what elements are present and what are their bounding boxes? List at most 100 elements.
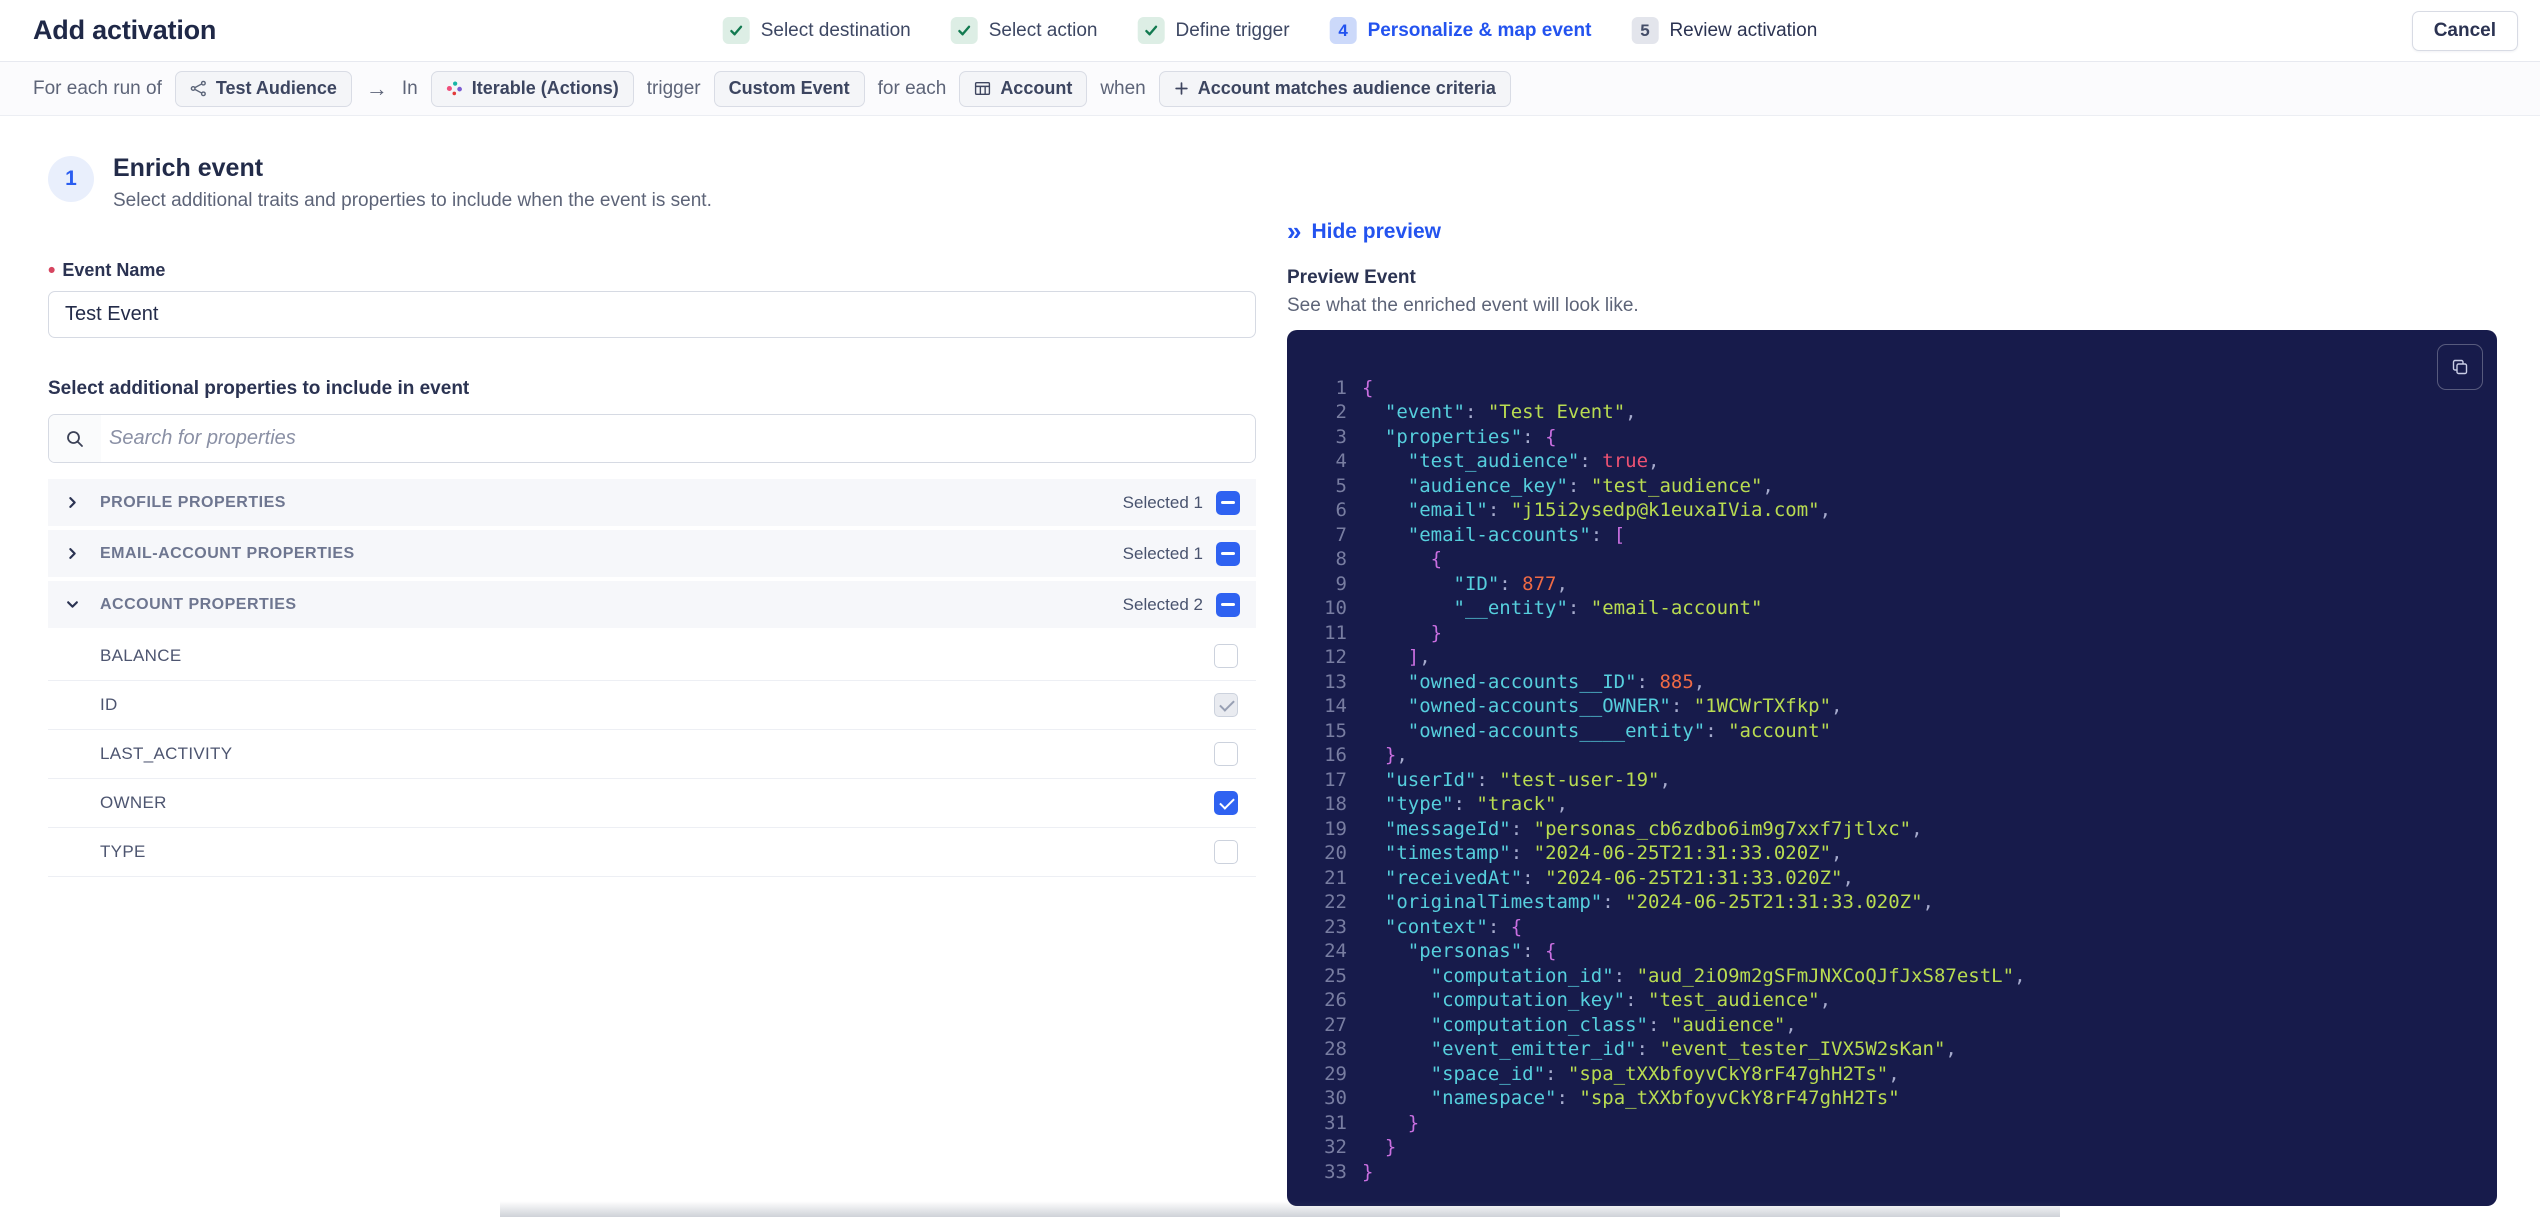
line-number: 26 (1324, 989, 1347, 1011)
property-checkbox-last-activity[interactable] (1214, 742, 1238, 766)
trigger-sentence-bar: For each run of Test Audience → In Iterable … (0, 62, 2540, 116)
sentence-text: for each (877, 77, 947, 99)
step-label: Review activation (1669, 19, 1818, 41)
group-checkbox-email-account-properties[interactable] (1216, 541, 1240, 566)
line-number: 27 (1324, 1013, 1347, 1036)
code-line: 24 "personas": { (1305, 939, 2477, 964)
main-content: 1 Enrich event Select additional traits … (0, 116, 2540, 1206)
step-label: Select action (988, 19, 1098, 41)
arrow-right-icon: → (365, 75, 388, 101)
cancel-button[interactable]: Cancel (2411, 10, 2518, 51)
code-line: 32 } (1305, 1135, 2477, 1160)
preview-subtitle: See what the enriched event will look li… (1287, 294, 1639, 316)
step-check-icon (722, 17, 750, 44)
code-line: 19 "messageId": "personas_cb6zdbo6im9g7x… (1305, 817, 2477, 842)
line-number: 14 (1324, 695, 1347, 717)
code-line: 20 "timestamp": "2024-06-25T21:31:33.020… (1305, 841, 2477, 866)
sentence-text: In (401, 77, 418, 99)
chip-label: Iterable (Actions) (471, 78, 619, 98)
line-number: 10 (1324, 597, 1347, 619)
chevron-right-icon (66, 547, 94, 560)
line-number: 32 (1324, 1136, 1347, 1158)
line-number: 2 (1335, 401, 1347, 423)
chip-custom-event[interactable]: Custom Event (713, 70, 865, 107)
line-number: 7 (1335, 523, 1347, 546)
chip-label: Custom Event (728, 78, 850, 98)
step-select-action[interactable]: Select action (950, 17, 1098, 44)
code-line: 17 "userId": "test-user-19", (1305, 768, 2477, 793)
copy-button[interactable] (2437, 343, 2483, 390)
selected-count: Selected 1 (1122, 492, 1203, 512)
line-number: 30 (1324, 1087, 1347, 1109)
event-name-input[interactable] (48, 291, 1256, 338)
chip-account[interactable]: Account (959, 70, 1088, 107)
line-number: 28 (1324, 1038, 1347, 1060)
line-number: 24 (1324, 940, 1347, 962)
property-checkbox-owner[interactable] (1214, 791, 1238, 815)
code-line: 7 "email-accounts": [ (1305, 523, 2477, 548)
search-input[interactable] (101, 415, 1255, 462)
group-checkbox-profile-properties[interactable] (1216, 490, 1240, 515)
code-line: 26 "computation_key": "test_audience", (1305, 988, 2477, 1013)
code-line: 29 "space_id": "spa_tXXbfoyvCkY8rF47ghH2… (1305, 1062, 2477, 1087)
property-checkbox-type[interactable] (1214, 840, 1238, 864)
line-number: 1 (1335, 376, 1347, 399)
group-checkbox-account-properties[interactable] (1216, 592, 1240, 617)
enrich-subtitle: Select additional traits and properties … (113, 190, 712, 211)
code-line: 13 "owned-accounts__ID": 885, (1305, 670, 2477, 695)
step-define-trigger[interactable]: Define trigger (1137, 17, 1290, 44)
code-line: 25 "computation_id": "aud_2iO9m2gSFmJNXC… (1305, 964, 2477, 989)
line-number: 23 (1324, 915, 1347, 938)
code-line: 6 "email": "j15i2ysedp@k1euxaIVia.com", (1305, 498, 2477, 523)
enrich-step-header: 1 Enrich event Select additional traits … (48, 154, 1256, 212)
audience-icon (190, 80, 207, 97)
property-checkbox-balance[interactable] (1214, 644, 1238, 668)
sentence-text: when (1100, 77, 1146, 99)
code-line: 22 "originalTimestamp": "2024-06-25T21:3… (1305, 890, 2477, 915)
step-review-activation[interactable]: 5 Review activation (1631, 17, 1817, 44)
property-row-type: TYPE (48, 828, 1256, 877)
chip-label: Account (1000, 78, 1073, 98)
line-number: 17 (1324, 768, 1347, 791)
code-line: 33} (1305, 1160, 2477, 1185)
table-icon (974, 80, 991, 97)
event-name-label: • Event Name (48, 259, 166, 282)
code-line: 9 "ID": 877, (1305, 572, 2477, 597)
step-personalize-map-event[interactable]: 4 Personalize & map event (1329, 17, 1592, 44)
step-label: Personalize & map event (1367, 19, 1592, 41)
group-header-profile-properties[interactable]: PROFILE PROPERTIES Selected 1 (48, 479, 1256, 526)
chip-test-audience[interactable]: Test Audience (174, 70, 352, 107)
line-number: 29 (1324, 1062, 1347, 1085)
property-checkbox-id[interactable] (1214, 693, 1238, 717)
property-search-box[interactable] (48, 414, 1256, 463)
group-label: EMAIL-ACCOUNT PROPERTIES (100, 544, 355, 562)
code-line: 11 } (1305, 621, 2477, 646)
enrich-event-section: 1 Enrich event Select additional traits … (48, 154, 1256, 1206)
line-number: 6 (1335, 499, 1347, 521)
code-line: 27 "computation_class": "audience", (1305, 1013, 2477, 1038)
required-marker: • (48, 259, 56, 282)
hide-preview-button[interactable]: » Hide preview (1287, 218, 1441, 244)
code-line: 31 } (1305, 1111, 2477, 1136)
chevron-down-icon (66, 598, 94, 611)
line-number: 11 (1324, 621, 1347, 644)
code-line: 30 "namespace": "spa_tXXbfoyvCkY8rF47ghH… (1305, 1086, 2477, 1111)
selected-count: Selected 1 (1122, 543, 1203, 563)
line-number: 25 (1324, 964, 1347, 987)
sentence-text: For each run of (33, 77, 162, 99)
chip-account-matches-audience-criteria[interactable]: Account matches audience criteria (1158, 70, 1511, 107)
line-number: 13 (1324, 670, 1347, 693)
code-line: 15 "owned-accounts____entity": "account" (1305, 719, 2477, 744)
group-header-account-properties[interactable]: ACCOUNT PROPERTIES Selected 2 (48, 581, 1256, 628)
chip-iterable-actions[interactable]: Iterable (Actions) (430, 70, 634, 107)
group-header-email-account-properties[interactable]: EMAIL-ACCOUNT PROPERTIES Selected 1 (48, 530, 1256, 577)
line-number: 15 (1324, 719, 1347, 742)
line-number: 9 (1335, 572, 1347, 595)
code-line: 8 { (1305, 547, 2477, 572)
code-line: 16 }, (1305, 743, 2477, 768)
line-number: 16 (1324, 744, 1347, 766)
line-number: 33 (1324, 1160, 1347, 1183)
step-select-destination[interactable]: Select destination (722, 17, 911, 44)
plus-icon (1174, 81, 1189, 96)
code-line: 18 "type": "track", (1305, 792, 2477, 817)
